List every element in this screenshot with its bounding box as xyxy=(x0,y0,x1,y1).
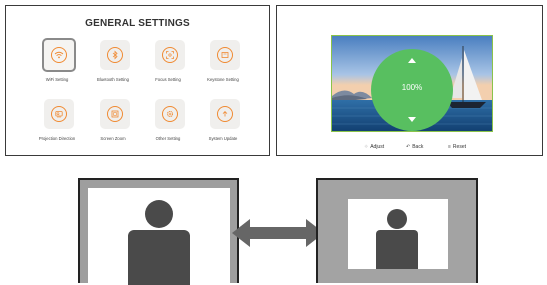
dpad-icon: ⁘ xyxy=(364,144,369,150)
other-setting-tile[interactable]: Other Setting xyxy=(141,99,195,145)
zoom-value: 100% xyxy=(401,83,423,92)
full-screen-illustration xyxy=(78,178,239,285)
adjust-label: Adjust xyxy=(370,144,385,150)
system-update-tile[interactable]: System Update xyxy=(196,99,250,145)
reset-hint: ≡ Reset xyxy=(448,144,466,150)
back-icon: ↶ xyxy=(406,144,411,150)
double-arrow-icon xyxy=(232,219,324,247)
zoomed-screen-illustration xyxy=(316,178,478,283)
adjust-hint: ⁘ Adjust xyxy=(364,144,384,150)
gear-icon xyxy=(162,106,178,122)
bluetooth-icon xyxy=(107,47,123,63)
screen-zoom-icon xyxy=(107,106,123,122)
wifi-setting-tile[interactable]: WiFi Setting xyxy=(30,38,84,86)
back-hint: ↶ Back xyxy=(406,144,423,150)
update-icon xyxy=(217,106,233,122)
focus-setting-tile[interactable]: Focus Setting xyxy=(141,40,195,86)
projection-icon xyxy=(51,106,67,122)
keystone-setting-tile[interactable]: Keystone Setting xyxy=(196,40,250,86)
screen-zoom-tile[interactable]: Screen Zoom xyxy=(86,99,140,145)
page-title: GENERAL SETTINGS xyxy=(85,18,190,29)
back-label: Back xyxy=(412,144,424,150)
wifi-icon xyxy=(51,47,67,63)
bluetooth-setting-tile[interactable]: Bluetooth Setting xyxy=(86,40,140,86)
keystone-setting-label: Keystone Setting xyxy=(207,77,239,82)
screen-zoom-panel: 100% ⁘ Adjust ↶ Back ≡ Reset xyxy=(276,5,543,156)
menu-icon: ≡ xyxy=(448,144,451,150)
zoom-dial[interactable]: 100% xyxy=(371,49,453,131)
system-update-label: System Update xyxy=(208,136,238,141)
down-arrow-icon[interactable] xyxy=(408,117,416,122)
general-settings-panel: GENERAL SETTINGS WiFi Setting Bluetooth … xyxy=(5,5,270,156)
up-arrow-icon[interactable] xyxy=(408,58,416,63)
focus-icon xyxy=(162,47,178,63)
projection-direction-tile[interactable]: Projection Direction xyxy=(30,99,84,145)
keystone-icon xyxy=(217,47,233,63)
reset-label: Reset xyxy=(452,144,466,150)
